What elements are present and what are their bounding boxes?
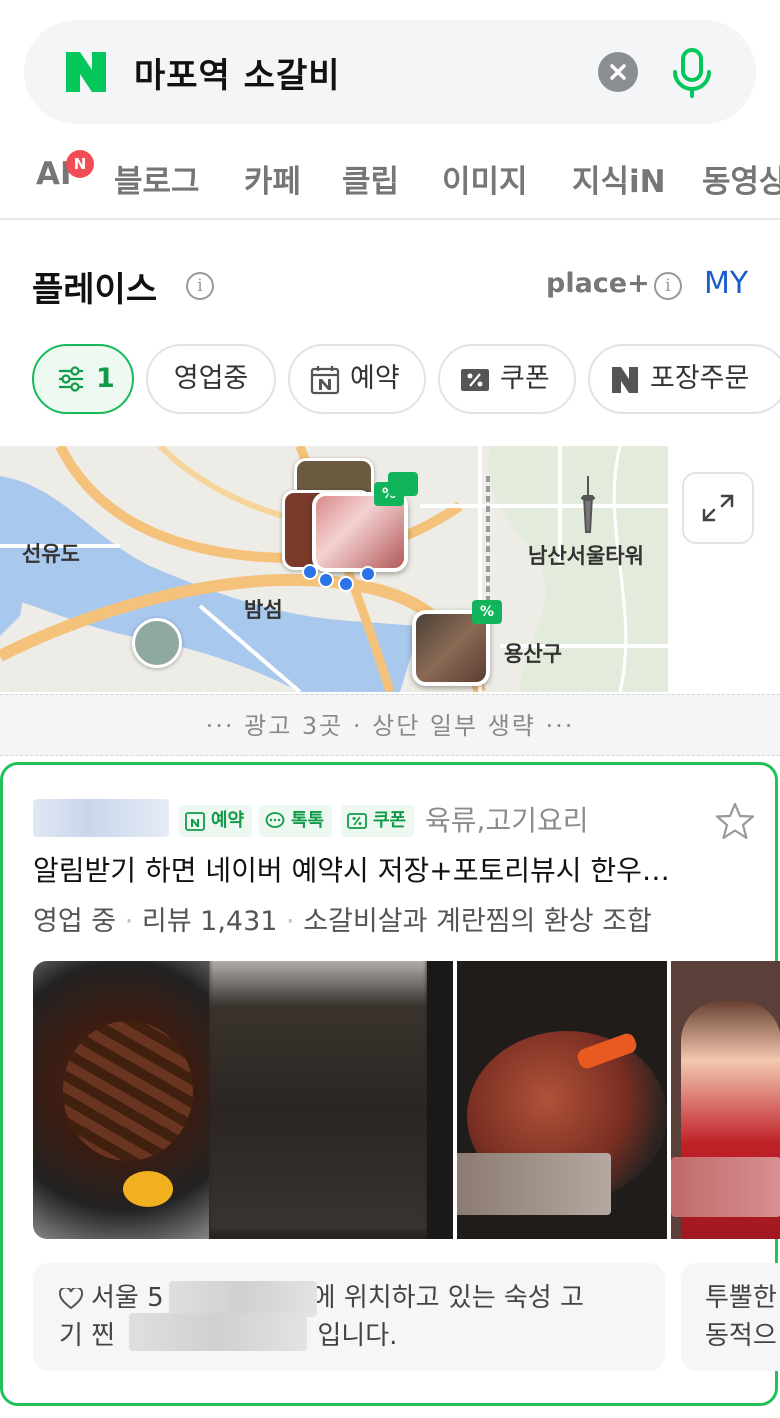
- percent-coupon-icon: [461, 369, 489, 391]
- percent-coupon-icon: [347, 813, 367, 829]
- open-status: 영업 중: [33, 906, 117, 937]
- place-name-blurred[interactable]: [33, 799, 169, 837]
- coupon-marker-badge-icon: [388, 472, 418, 496]
- photo-detail: [427, 961, 453, 1239]
- blurred-region: [169, 1281, 317, 1317]
- place-category: 육류,고기요리: [425, 804, 589, 837]
- clear-search-button[interactable]: [598, 52, 638, 92]
- map-marker-photo[interactable]: [132, 618, 182, 668]
- blurred-region: [671, 1157, 780, 1217]
- star-icon[interactable]: [715, 801, 755, 841]
- blurred-region: [209, 961, 427, 1231]
- filter-reservation-chip[interactable]: 예약: [288, 344, 426, 414]
- map-label: 밤섬: [244, 598, 283, 622]
- map-label: 용산구: [504, 642, 562, 666]
- photo-detail: [123, 1171, 173, 1207]
- naver-n-icon: [612, 367, 638, 393]
- talktalk-badge: 톡톡: [259, 805, 333, 837]
- place-photo[interactable]: [209, 961, 453, 1239]
- expand-icon: [702, 494, 734, 522]
- reservation-badge-label: 예약: [211, 810, 245, 831]
- map[interactable]: 선유도 밤섬 남산서울타워 용산구 % %: [0, 446, 668, 692]
- place-meta: 영업 중 · 리뷰 1,431 · 소갈비살과 계란찜의 환상 조합: [33, 899, 652, 938]
- filter-takeout-chip[interactable]: 포장주문: [588, 344, 780, 414]
- naver-logo-icon[interactable]: [64, 50, 108, 94]
- place-photo[interactable]: [671, 961, 780, 1239]
- description-text: 입니다.: [317, 1321, 398, 1351]
- blurred-region: [129, 1313, 307, 1351]
- tab-cafe[interactable]: 카페: [244, 156, 301, 201]
- filter-reservation-label: 예약: [350, 363, 400, 394]
- search-input[interactable]: 마포역 소갈비: [134, 48, 341, 97]
- my-link[interactable]: MY: [704, 266, 748, 301]
- place-plus-link[interactable]: place+: [546, 268, 650, 299]
- review-count[interactable]: 리뷰 1,431: [142, 906, 278, 937]
- search-bar[interactable]: 마포역 소갈비: [24, 20, 756, 124]
- filter-coupon-chip[interactable]: 쿠폰: [438, 344, 576, 414]
- description-line-2: 동적으: [705, 1321, 777, 1351]
- tower-landmark-icon: [581, 476, 595, 533]
- tab-clip[interactable]: 클립: [342, 156, 399, 201]
- separator-dot: ·: [286, 906, 304, 937]
- coupon-badge-label: 쿠폰: [373, 810, 407, 831]
- grill-photo-content: [63, 1021, 193, 1161]
- map-expand-button[interactable]: [682, 472, 754, 544]
- place-photo[interactable]: [33, 961, 211, 1239]
- filter-coupon-label: 쿠폰: [500, 363, 550, 394]
- description-text: 서울 5: [91, 1283, 164, 1313]
- place-tagline: 소갈비살과 계란찜의 환상 조합: [303, 906, 652, 937]
- map-label: 선유도: [22, 542, 80, 566]
- filter-takeout-label: 포장주문: [650, 363, 750, 394]
- description-line-1: 서울 5 에 위치하고 있는 숙성 고: [91, 1279, 584, 1317]
- tab-video[interactable]: 동영상: [702, 156, 780, 201]
- map-label: 남산서울타워: [528, 544, 644, 568]
- new-badge: N: [66, 150, 94, 178]
- place-photo[interactable]: [457, 961, 667, 1239]
- description-text: 에 위치하고 있는 숙성 고: [311, 1283, 584, 1313]
- filter-count: 1: [96, 363, 115, 394]
- tab-kin[interactable]: 지식iN: [572, 156, 666, 201]
- tab-image[interactable]: 이미지: [442, 156, 528, 201]
- place-headline[interactable]: 알림받기 하면 네이버 예약시 저장+포토리뷰시 한우…: [33, 849, 753, 889]
- coupon-badge: 쿠폰: [341, 805, 415, 837]
- microphone-icon[interactable]: [664, 44, 720, 100]
- map-pin-dots: [302, 564, 376, 592]
- reservation-badge: 예약: [179, 805, 253, 837]
- blurred-region: [457, 1153, 611, 1215]
- description-text: 기 찐: [59, 1321, 124, 1351]
- tab-blog[interactable]: 블로그: [114, 156, 200, 201]
- coupon-marker-badge-icon: %: [472, 600, 502, 624]
- heart-icon: [59, 1288, 83, 1310]
- filter-settings-chip[interactable]: 1: [32, 344, 134, 414]
- info-icon[interactable]: i: [654, 272, 682, 300]
- info-icon[interactable]: i: [186, 272, 214, 300]
- talktalk-badge-label: 톡톡: [291, 810, 325, 831]
- chat-bubble-icon: [265, 812, 285, 828]
- ad-notice[interactable]: ··· 광고 3곳 · 상단 일부 생략 ···: [0, 694, 780, 756]
- section-title: 플레이스: [32, 270, 158, 310]
- place-description[interactable]: 서울 5 에 위치하고 있는 숙성 고 기 찐 입니다.: [33, 1263, 665, 1371]
- search-tabs: AI N 블로그 카페 클립 이미지 지식iN 동영상: [0, 128, 780, 220]
- separator-dot: ·: [124, 906, 142, 937]
- naver-calendar-icon: [310, 366, 340, 395]
- place-description-next[interactable]: 투뿔한 동적으: [681, 1263, 780, 1371]
- sliders-icon: [59, 366, 83, 392]
- place-result-card[interactable]: 예약 톡톡 쿠폰 육류,고기요리 알림받기 하면 네이버 예약시 저장+포토리뷰…: [0, 762, 780, 1406]
- close-icon: [610, 64, 626, 80]
- description-line-1: 투뿔한: [705, 1283, 777, 1313]
- naver-calendar-icon: [185, 812, 205, 831]
- filter-open-now-chip[interactable]: 영업중: [146, 344, 276, 414]
